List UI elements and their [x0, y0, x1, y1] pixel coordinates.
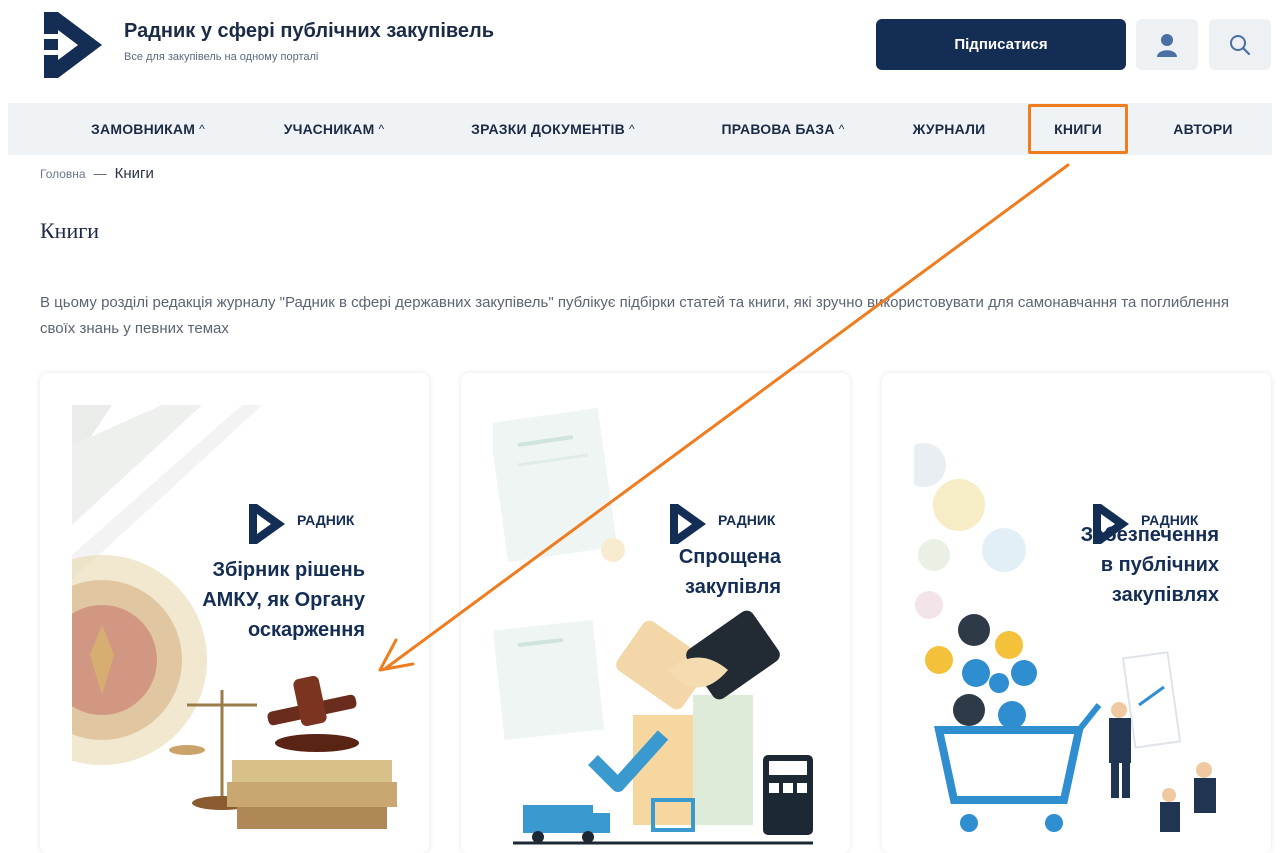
breadcrumb-home-link[interactable]: Головна — [40, 167, 86, 181]
nav-item-label: ЗАМОВНИКАМ — [91, 121, 196, 137]
nav-item-legal-base[interactable]: ПРАВОВА БАЗА ^ — [688, 103, 878, 155]
book-cover[interactable]: РАДНИК Спрощена закупівля — [493, 405, 818, 845]
book-card[interactable]: РАДНИК Забезпечення в публічних закупівл… — [882, 373, 1271, 853]
book-title-line: Збірник рішень — [212, 559, 365, 581]
nav-item-books[interactable]: КНИГИ — [1028, 104, 1128, 154]
book-title-line: Забезпечення — [1080, 524, 1219, 546]
nav-item-participants[interactable]: УЧАСНИКАМ ^ — [254, 103, 414, 155]
site-title[interactable]: Радник у сфері публічних закупівель — [124, 20, 494, 43]
handshake-delivery-illustration — [493, 408, 813, 845]
nav-item-label: ЖУРНАЛИ — [912, 121, 986, 137]
book-title: Спрощена закупівля — [679, 542, 781, 602]
chevron-up-icon: ^ — [378, 122, 385, 136]
book-cover-logo-text: РАДНИК — [718, 512, 776, 528]
shopping-cart-presentation-illustration — [914, 443, 1216, 832]
book-title-line: в публічних — [1100, 554, 1219, 576]
book-title-line: закупівля — [685, 576, 781, 598]
breadcrumb-current: Книги — [114, 165, 154, 182]
page-title: Книги — [40, 218, 100, 243]
nav-item-authors[interactable]: АВТОРИ — [1148, 103, 1258, 155]
nav-item-customers[interactable]: ЗАМОВНИКАМ ^ — [58, 103, 238, 155]
page-intro-text: В цьому розділі редакція журналу "Радник… — [40, 294, 1229, 337]
book-cover[interactable]: РАДНИК Забезпечення в публічних закупівл… — [914, 405, 1239, 845]
search-button[interactable] — [1209, 19, 1271, 70]
book-card[interactable]: РАДНИК Спрощена закупівля — [461, 373, 850, 853]
book-cover-logo: РАДНИК — [247, 500, 397, 548]
nav-item-label: ЗРАЗКИ ДОКУМЕНТІВ — [471, 121, 625, 137]
nav-item-document-samples[interactable]: ЗРАЗКИ ДОКУМЕНТІВ ^ — [438, 103, 668, 155]
chevron-up-icon: ^ — [838, 122, 845, 136]
site-header: Радник у сфері публічних закупівель Все … — [0, 0, 1280, 100]
book-title-line: закупівлях — [1111, 584, 1219, 606]
nav-item-label: УЧАСНИКАМ — [283, 121, 375, 137]
site-tagline: Все для закупівель на одному порталі — [124, 51, 319, 63]
user-icon — [1157, 33, 1177, 57]
book-title-line: оскарження — [247, 619, 365, 641]
chevron-up-icon: ^ — [628, 122, 635, 136]
book-title-line: АМКУ, як Органу — [202, 589, 365, 611]
book-cover[interactable]: РАДНИК Збірник рішень АМКУ, як Органу ос… — [72, 405, 397, 845]
nav-item-journals[interactable]: ЖУРНАЛИ — [894, 103, 1004, 155]
nav-item-label: КНИГИ — [1054, 121, 1102, 137]
chevron-up-icon: ^ — [199, 122, 205, 136]
nav-item-label: ПРАВОВА БАЗА — [721, 121, 835, 137]
breadcrumb: Головна — Книги — [40, 165, 154, 182]
nav-item-label: АВТОРИ — [1173, 121, 1233, 137]
site-logo-icon[interactable] — [38, 8, 104, 82]
brand-logo-icon — [249, 504, 285, 544]
main-navigation: ЗАМОВНИКАМ ^ УЧАСНИКАМ ^ ЗРАЗКИ ДОКУМЕНТІВ… — [8, 103, 1272, 155]
book-cover-logo-text: РАДНИК — [297, 512, 355, 528]
brand-logo-icon — [670, 504, 706, 544]
search-icon — [1230, 34, 1251, 55]
breadcrumb-separator: — — [93, 166, 107, 181]
user-account-button[interactable] — [1136, 19, 1198, 70]
book-title-line: Спрощена — [678, 546, 781, 568]
subscribe-button[interactable]: Підписатися — [876, 19, 1126, 70]
book-title: Забезпечення в публічних закупівлях — [1081, 520, 1219, 610]
book-card[interactable]: РАДНИК Збірник рішень АМКУ, як Органу ос… — [40, 373, 429, 853]
book-title: Збірник рішень АМКУ, як Органу оскарженн… — [202, 555, 365, 645]
book-cover-logo: РАДНИК — [668, 500, 818, 548]
